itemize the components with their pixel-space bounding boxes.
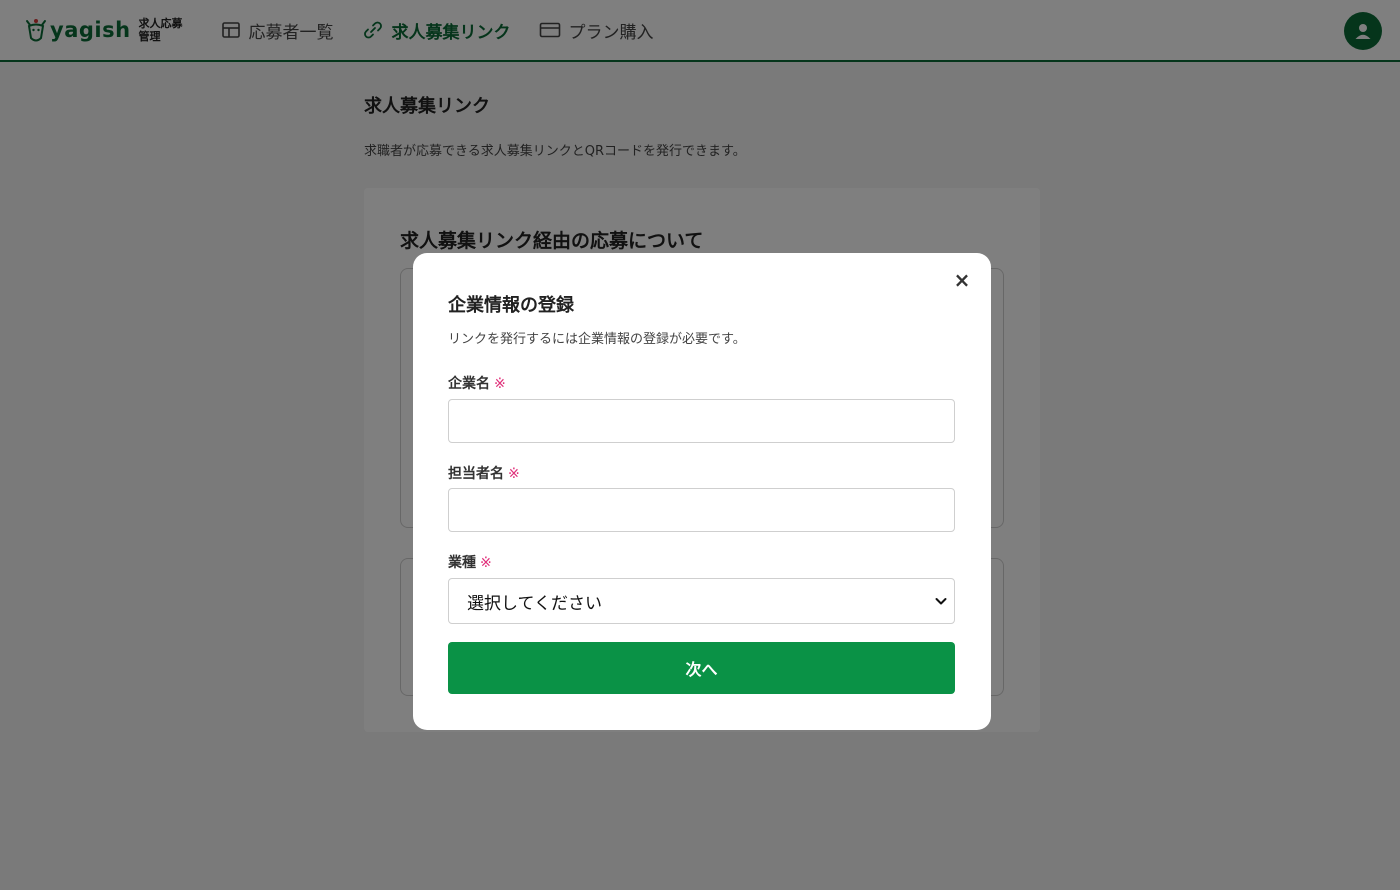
required-mark: ※ xyxy=(494,376,506,392)
contact-name-field[interactable] xyxy=(448,488,955,532)
industry-select-value: 選択してください xyxy=(467,593,602,614)
chevron-down-icon xyxy=(935,598,947,605)
industry-label: 業種 ※ xyxy=(448,552,492,572)
modal-description: リンクを発行するには企業情報の登録が必要です。 xyxy=(448,332,746,347)
company-name-label: 企業名 ※ xyxy=(448,373,506,393)
company-name-field[interactable] xyxy=(448,399,955,443)
next-button[interactable]: 次へ xyxy=(448,642,955,694)
field-label-text: 業種 xyxy=(448,555,476,571)
company-registration-modal: × 企業情報の登録 リンクを発行するには企業情報の登録が必要です。 企業名 ※ 担… xyxy=(413,253,991,730)
close-icon[interactable]: × xyxy=(951,269,973,291)
required-mark: ※ xyxy=(480,555,492,571)
field-label-text: 企業名 xyxy=(448,376,490,392)
industry-select[interactable]: 選択してください xyxy=(448,578,955,624)
required-mark: ※ xyxy=(508,466,520,482)
modal-title: 企業情報の登録 xyxy=(448,295,574,316)
contact-name-label: 担当者名 ※ xyxy=(448,463,520,483)
field-label-text: 担当者名 xyxy=(448,466,504,482)
